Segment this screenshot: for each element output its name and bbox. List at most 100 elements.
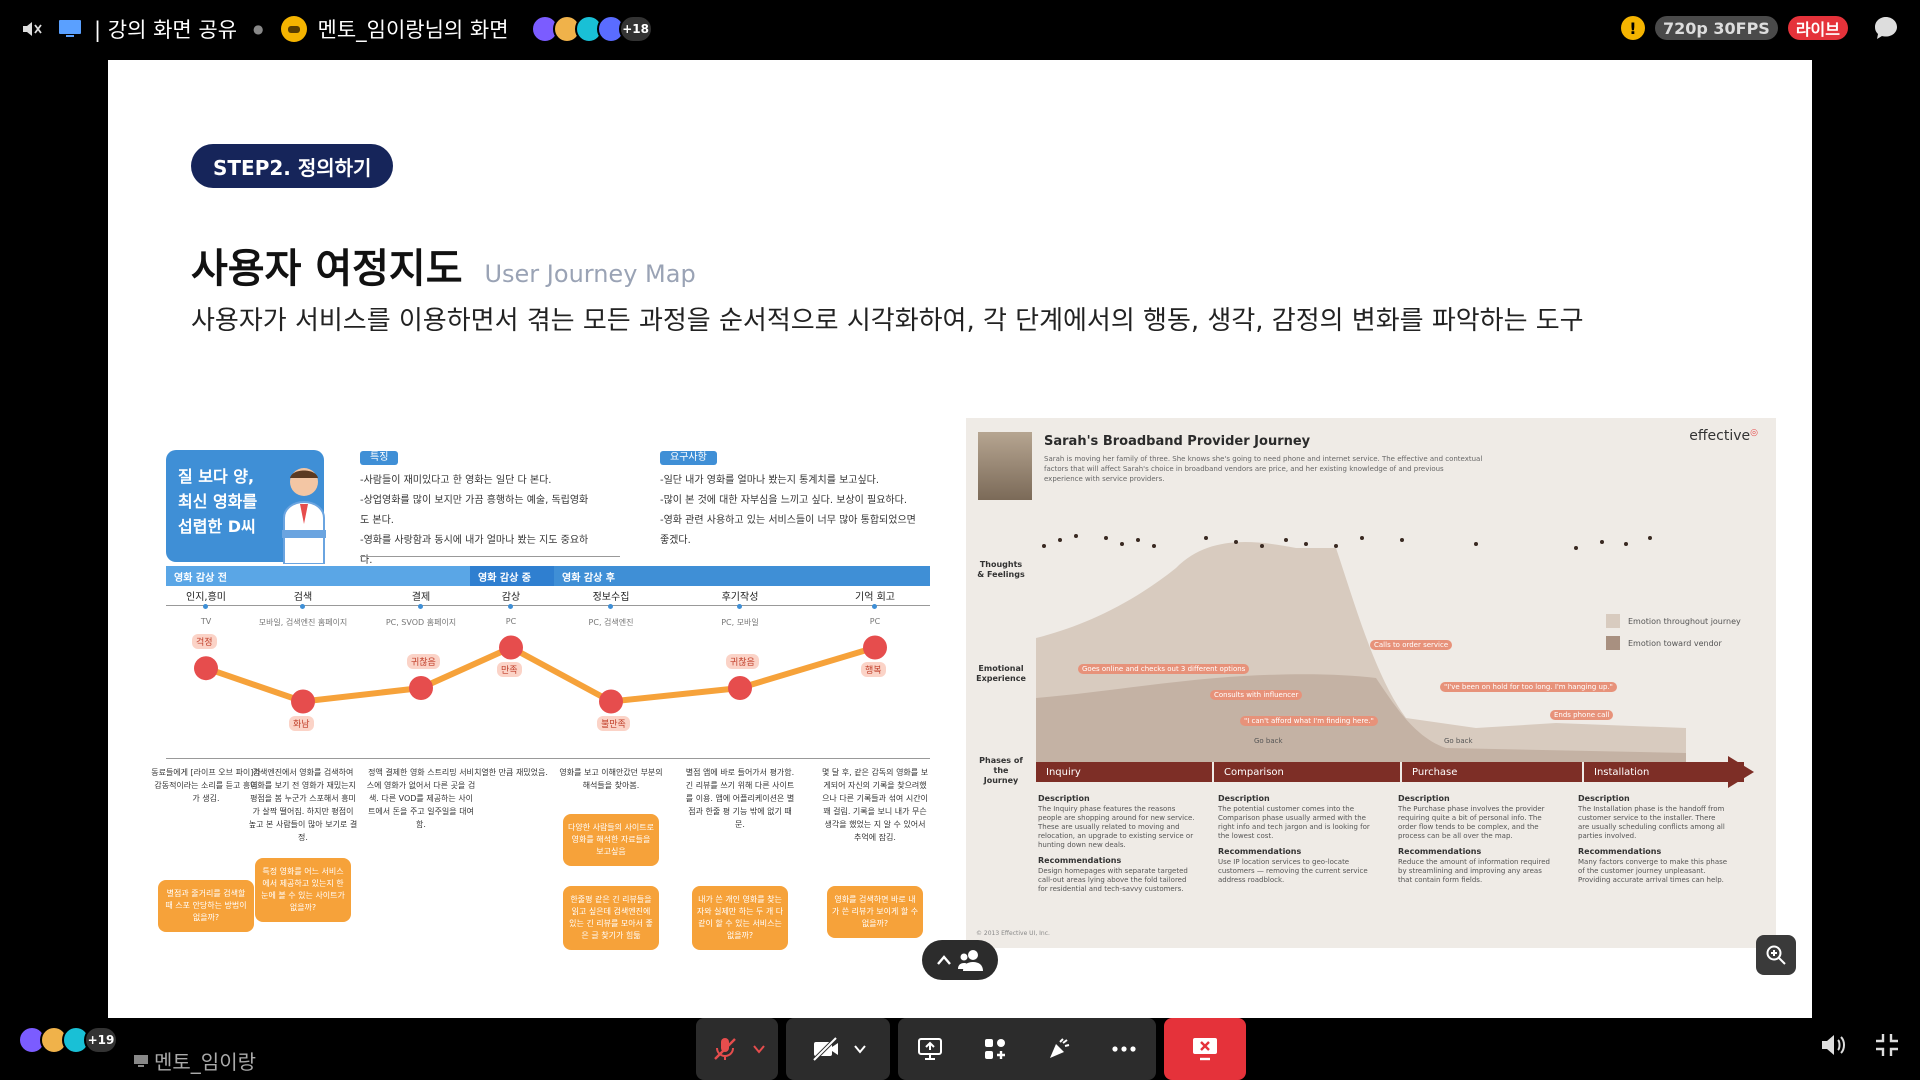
emotion-face-icon	[728, 676, 752, 700]
phase-description: The Installation phase is the handoff fr…	[1578, 805, 1725, 840]
warning-icon[interactable]: !	[1620, 16, 1645, 40]
stage: 감상 PC	[456, 588, 566, 626]
stage-description: 별점 앱에 바로 들어가서 평가함. 긴 리뷰를 쓰기 위해 다른 사이트를 이…	[685, 768, 795, 829]
top-bar-left: | 강의 화면 공유 ● 멘토_임이랑님의 화면 +18	[0, 14, 653, 44]
legend-swatch	[1606, 636, 1620, 650]
resolution-badge[interactable]: 720p 30FPS	[1654, 16, 1778, 40]
emotion-face-icon	[599, 689, 623, 714]
journey-callout: Ends phone call	[1550, 710, 1614, 720]
emotion-label: 행복	[861, 661, 886, 677]
right-journey-map: Sarah's Broadband Provider Journey Sarah…	[966, 418, 1776, 948]
pain-point-card: 특정 영화를 어느 서비스에서 제공하고 있는지 한눈에 볼 수 있는 사이트가…	[255, 858, 351, 922]
stage-description: 치열한 만큼 재밌었음.	[474, 768, 548, 777]
emotion-face-icon	[499, 635, 523, 660]
live-badge: 라이브	[1787, 16, 1848, 40]
people-icon	[958, 950, 983, 971]
need-line: -많이 본 것에 대한 자부심을 느끼고 싶다. 보상이 필요하다.	[660, 495, 907, 506]
more-options-button[interactable]	[1102, 1027, 1146, 1071]
presenter-name-text: 멘토_임이랑	[154, 1050, 256, 1074]
journey-title: Sarah's Broadband Provider Journey	[1044, 434, 1311, 449]
presenter-name: 멘토_임이랑	[134, 1046, 256, 1075]
action-controls	[898, 1018, 1156, 1080]
stage-list: 인지,흥미 TV 검색 모바일, 검색엔진 홈페이지 결제 PC, SVOD 홈페이지…	[166, 588, 930, 628]
persona-photo	[978, 432, 1032, 500]
stage-description: 동료들에게 [라이프 오브 파이]가 감동적이라는 소리를 듣고 흥미가 생김.	[151, 768, 261, 803]
activities-button[interactable]	[973, 1027, 1017, 1071]
phase-before: 영화 감상 전	[166, 566, 470, 586]
stage: 후기작성 PC, 모바일	[685, 588, 795, 628]
stage-name: 인지,흥미	[186, 592, 226, 603]
journey-phase: Purchase	[1402, 762, 1584, 782]
trait-line: -상업영화를 많이 보지만 가끔 흥행하는 예술, 독립영화도 본다.	[360, 495, 589, 526]
left-journey-map: 질 보다 양, 최신 영화를 섭렵한 D씨 특징 -사람들이 재미있다고 한 영…	[151, 448, 930, 988]
stop-share-button[interactable]	[1164, 1018, 1246, 1080]
logo-text: effective	[1689, 428, 1751, 444]
separator-dot: ●	[253, 22, 264, 36]
slide-title-ko: 사용자 여정지도	[191, 246, 463, 292]
participants-toggle-button[interactable]	[922, 940, 998, 980]
emotion-face-icon	[863, 635, 887, 660]
camera-options-button[interactable]	[848, 1027, 872, 1071]
needs-tag: 요구사항	[660, 451, 717, 465]
stage: 기억 회고 PC	[820, 588, 930, 626]
effective-logo: effective◎	[1689, 428, 1758, 444]
viewer-avatars[interactable]: +18	[527, 15, 653, 43]
emotion-face-icon	[291, 689, 315, 714]
stage-dot	[608, 604, 613, 609]
divider	[166, 758, 930, 759]
emotion-label: 귀찮음	[407, 654, 440, 669]
pain-point-card: 영화를 검색하면 바로 내가 쓴 리뷰가 보이게 할 수 없을까?	[827, 886, 923, 938]
pain-point-card: 내가 쓴 개인 영화를 찾는 자와 실제만 하는 두 개 다 같이 할 수 있는…	[692, 886, 788, 950]
share-screen-button[interactable]	[908, 1027, 952, 1071]
emotion-label: 화남	[289, 715, 314, 731]
slide-title-en: User Journey Map	[484, 260, 696, 288]
mic-options-button[interactable]	[747, 1027, 771, 1071]
section-head: Recommendations	[1218, 847, 1302, 856]
phase-details: Description The Installation phase is th…	[1578, 788, 1728, 885]
copyright: © 2013 Effective UI, Inc.	[976, 930, 1050, 937]
stage-name: 후기작성	[721, 592, 759, 603]
emotion-face-icon	[194, 656, 218, 681]
stage-name: 검색	[293, 592, 313, 603]
phase-after: 영화 감상 후	[554, 566, 930, 586]
mic-muted-button[interactable]	[703, 1027, 747, 1071]
trait-line: -영화를 사랑함과 동시에 내가 얼마나 봤는 지도 중요하다.	[360, 535, 589, 566]
speaker-muted-icon[interactable]	[18, 15, 46, 43]
journey-phase: Comparison	[1214, 762, 1402, 782]
legend-label: Emotion throughout journey	[1628, 616, 1741, 626]
journey-callout: Go back	[1444, 737, 1473, 745]
stage: 정보수집 PC, 검색엔진	[556, 588, 666, 628]
section-head: Description	[1038, 794, 1090, 803]
section-head: Description	[1398, 794, 1450, 803]
section-head: Recommendations	[1398, 847, 1482, 856]
pain-point-card: 한줄평 같은 긴 리뷰들을 읽고 싶은데 검색엔진에 있는 긴 리뷰를 모아서 …	[563, 886, 659, 950]
phase-details: Description The Inquiry phase features t…	[1038, 788, 1198, 894]
slide-description: 사용자가 서비스를 이용하면서 겪는 모든 과정을 순서적으로 시각화하여, 각…	[191, 306, 1584, 336]
traits-tag: 특징	[360, 451, 399, 465]
chevron-down-icon	[753, 1045, 765, 1054]
chat-icon[interactable]	[1872, 14, 1900, 42]
stage-description: 검색엔진에서 영화를 검색하여 영화를 보기 전 영화가 재밌는지 평점을 봄 …	[248, 768, 358, 842]
stop-share-icon	[1193, 1038, 1217, 1061]
meeting-window: | 강의 화면 공유 ● 멘토_임이랑님의 화면 +18 ! 720p 30FP…	[0, 0, 1920, 1080]
emotion-label: 불만족	[597, 715, 630, 731]
mic-control	[696, 1018, 778, 1080]
volume-button[interactable]	[1820, 1032, 1848, 1062]
stage-name: 기억 회고	[855, 592, 895, 603]
participant-avatars[interactable]: +19	[18, 1026, 118, 1054]
row-label: Emotional Experience	[976, 664, 1026, 683]
monitor-icon	[134, 1054, 148, 1067]
soundboard-button[interactable]	[1037, 1027, 1081, 1071]
exit-fullscreen-button[interactable]	[1874, 1032, 1900, 1062]
stage-channel: PC, 검색엔진	[588, 618, 634, 627]
camera-off-button[interactable]	[804, 1027, 848, 1071]
stage-dot	[737, 604, 742, 609]
need-line: -영화 관련 사용하고 있는 서비스들이 너무 많아 통합되었으면	[660, 515, 916, 526]
section-head: Description	[1218, 794, 1270, 803]
need-line: -일단 내가 영화를 얼마나 봤는지 통계치를 보고싶다.	[660, 475, 880, 486]
chevron-down-icon	[854, 1045, 866, 1054]
legend-label: Emotion toward vendor	[1628, 638, 1722, 648]
zoom-button[interactable]	[1756, 935, 1796, 975]
need-line: 좋겠다.	[660, 535, 691, 546]
chevron-up-icon	[937, 955, 951, 965]
